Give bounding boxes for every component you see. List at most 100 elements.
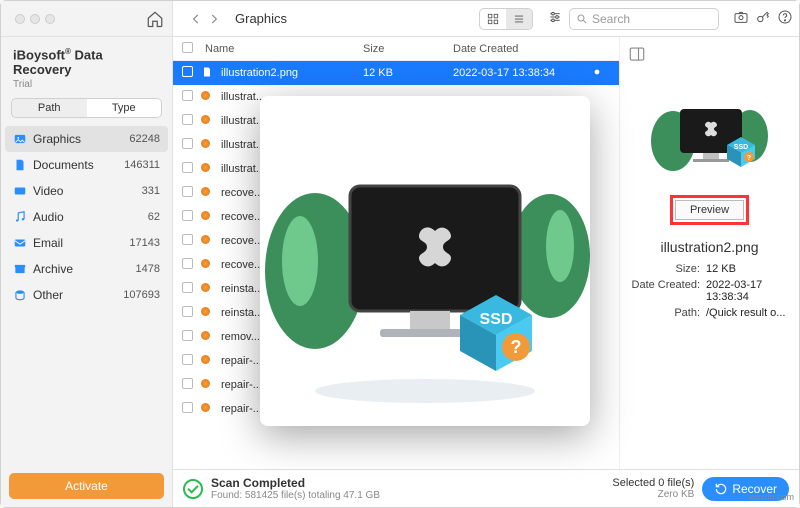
file-type-icon xyxy=(201,211,217,223)
file-type-icon xyxy=(201,331,217,343)
nav-forward-icon[interactable] xyxy=(207,12,221,26)
max-dot[interactable] xyxy=(45,14,55,24)
category-graphics[interactable]: Graphics 62248 xyxy=(5,126,168,152)
preview-popup[interactable]: SSD ? xyxy=(260,96,590,426)
tab-path[interactable]: Path xyxy=(12,99,87,117)
window-controls[interactable] xyxy=(9,14,61,24)
row-checkbox[interactable] xyxy=(173,162,201,176)
file-type-icon xyxy=(201,259,217,271)
popup-image: SSD ? xyxy=(260,96,590,426)
list-view-icon[interactable] xyxy=(506,9,532,29)
row-checkbox[interactable] xyxy=(173,306,201,320)
file-type-icon xyxy=(201,355,217,367)
document-icon xyxy=(13,158,27,172)
audio-icon xyxy=(13,210,27,224)
file-name: illustration2.png xyxy=(217,67,363,79)
footer: Scan Completed Found: 581425 file(s) tot… xyxy=(173,469,799,507)
category-count: 62248 xyxy=(129,133,160,145)
select-all-checkbox[interactable] xyxy=(182,42,193,53)
column-date[interactable]: Date Created xyxy=(453,43,593,55)
row-checkbox[interactable] xyxy=(173,114,201,128)
selected-count: Selected 0 file(s) xyxy=(612,477,694,489)
file-type-icon xyxy=(201,115,217,127)
row-checkbox[interactable] xyxy=(173,234,201,248)
close-dot[interactable] xyxy=(15,14,25,24)
min-dot[interactable] xyxy=(30,14,40,24)
row-checkbox[interactable] xyxy=(173,186,201,200)
row-checkbox[interactable] xyxy=(173,354,201,368)
tab-type[interactable]: Type xyxy=(87,99,162,117)
search-icon xyxy=(576,13,588,25)
scan-complete-icon xyxy=(183,479,203,499)
video-icon xyxy=(13,184,27,198)
category-audio[interactable]: Audio 62 xyxy=(5,204,168,230)
selected-size: Zero KB xyxy=(612,489,694,500)
row-checkbox[interactable] xyxy=(173,330,201,344)
watermark: wsxdn.com xyxy=(749,492,794,502)
svg-text:SSD: SSD xyxy=(480,311,513,328)
details-panel: SSD ? Preview illustration2.png Size:12 … xyxy=(619,37,799,469)
other-icon xyxy=(13,288,27,302)
scan-status-sub: Found: 581425 file(s) totaling 47.1 GB xyxy=(211,490,380,501)
svg-text:SSD: SSD xyxy=(733,144,747,151)
file-size: 12 KB xyxy=(363,67,453,79)
column-name[interactable]: Name xyxy=(201,43,363,55)
file-type-icon xyxy=(201,139,217,151)
file-type-icon xyxy=(201,283,217,295)
view-toggle[interactable] xyxy=(479,8,533,30)
camera-icon[interactable] xyxy=(733,9,749,28)
help-icon[interactable] xyxy=(777,9,793,28)
preview-button-highlight: Preview xyxy=(670,195,749,225)
file-type-icon xyxy=(201,163,217,175)
email-icon xyxy=(13,236,27,250)
file-type-icon xyxy=(201,307,217,319)
grid-view-icon[interactable] xyxy=(480,9,506,29)
svg-text:?: ? xyxy=(511,337,522,357)
file-type-icon xyxy=(201,91,217,103)
category-other[interactable]: Other 107693 xyxy=(5,282,168,308)
preview-thumbnail: SSD ? xyxy=(645,91,775,181)
search-input[interactable]: Search xyxy=(569,8,719,30)
trial-label: Trial xyxy=(1,79,172,98)
row-checkbox[interactable] xyxy=(173,402,201,416)
row-checkbox[interactable] xyxy=(173,210,201,224)
file-date: 2022-03-17 13:38:34 xyxy=(453,67,593,79)
category-label: Graphics xyxy=(33,132,123,146)
preview-button[interactable]: Preview xyxy=(675,200,744,220)
sidebar: iBoysoft® Data Recovery Trial Path Type … xyxy=(1,1,173,507)
category-documents[interactable]: Documents 146311 xyxy=(5,152,168,178)
recover-icon xyxy=(714,482,728,496)
image-icon xyxy=(13,132,27,146)
category-email[interactable]: Email 17143 xyxy=(5,230,168,256)
file-row[interactable]: illustration2.png12 KB2022-03-17 13:38:3… xyxy=(173,61,619,85)
panel-toggle-icon[interactable] xyxy=(628,45,646,63)
preview-filename: illustration2.png xyxy=(660,239,758,255)
row-checkbox[interactable] xyxy=(173,258,201,272)
row-checkbox[interactable] xyxy=(173,378,201,392)
column-size[interactable]: Size xyxy=(363,43,453,55)
file-type-icon xyxy=(201,379,217,391)
brand-title: iBoysoft® Data Recovery xyxy=(1,37,172,79)
row-checkbox[interactable] xyxy=(173,90,201,104)
category-list: Graphics 62248 Documents 146311 Video 33… xyxy=(1,126,172,465)
nav-back-icon[interactable] xyxy=(189,12,203,26)
file-type-icon xyxy=(201,187,217,199)
list-header: Name Size Date Created xyxy=(173,37,619,61)
filter-icon[interactable] xyxy=(547,9,563,28)
scan-status-title: Scan Completed xyxy=(211,476,380,490)
home-icon[interactable] xyxy=(146,10,164,28)
sidebar-tabs[interactable]: Path Type xyxy=(11,98,162,118)
archive-icon xyxy=(13,262,27,276)
file-type-icon xyxy=(201,403,217,415)
row-checkbox[interactable] xyxy=(173,282,201,296)
file-type-icon xyxy=(201,66,217,81)
category-video[interactable]: Video 331 xyxy=(5,178,168,204)
row-checkbox[interactable] xyxy=(173,138,201,152)
key-icon[interactable] xyxy=(755,9,771,28)
file-type-icon xyxy=(201,235,217,247)
svg-text:?: ? xyxy=(746,155,750,162)
activate-button[interactable]: Activate xyxy=(9,473,164,499)
category-archive[interactable]: Archive 1478 xyxy=(5,256,168,282)
row-checkbox[interactable] xyxy=(173,66,201,80)
breadcrumb: Graphics xyxy=(235,11,287,26)
